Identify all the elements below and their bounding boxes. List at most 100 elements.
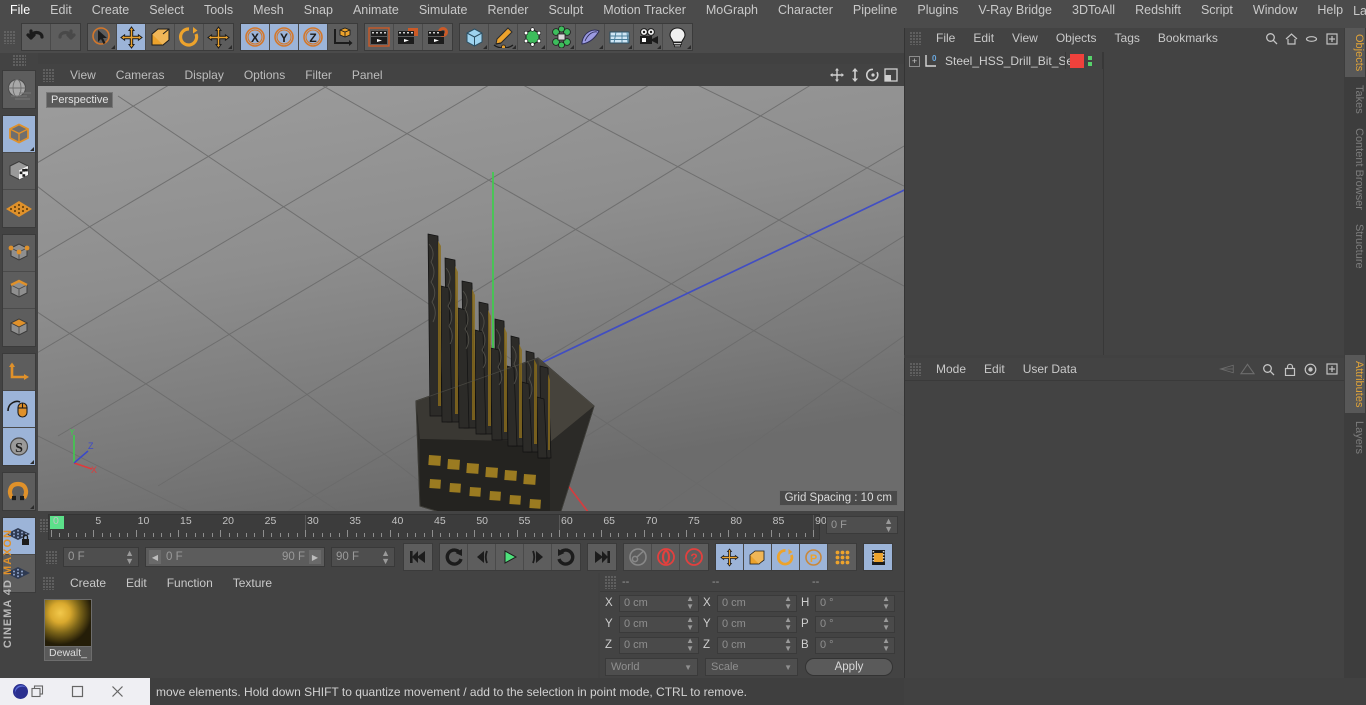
dolly-icon[interactable]	[847, 68, 862, 83]
go-to-end-icon[interactable]	[588, 544, 616, 570]
size-y-input[interactable]: 0 cm ▲ ▼	[717, 615, 797, 633]
stepper-icon[interactable]: ▲ ▼	[882, 637, 890, 653]
attributes-grip[interactable]	[910, 362, 921, 376]
stepper-icon[interactable]: ▲ ▼	[882, 616, 890, 632]
redo-icon[interactable]	[51, 24, 80, 50]
rotate-icon[interactable]	[175, 24, 204, 50]
viewport-menu-view[interactable]: View	[60, 65, 106, 86]
step-forward-icon[interactable]	[524, 544, 552, 570]
add-layer-icon[interactable]	[1324, 31, 1339, 46]
object-menu-tags[interactable]: Tags	[1106, 28, 1149, 49]
loop-icon[interactable]	[552, 544, 580, 570]
object-menu-edit[interactable]: Edit	[964, 28, 1003, 49]
add-tab-icon[interactable]	[1324, 362, 1339, 377]
live-selection-icon[interactable]	[88, 24, 117, 50]
home-icon[interactable]	[1284, 31, 1299, 46]
maximize-view-icon[interactable]	[883, 68, 898, 83]
menu-edit[interactable]: Edit	[40, 0, 82, 21]
toolbar-grip[interactable]	[4, 30, 15, 44]
menu-render[interactable]: Render	[477, 0, 538, 21]
z-axis-icon[interactable]: Z	[299, 24, 328, 50]
rot-b-input[interactable]: 0 ° ▲ ▼	[815, 636, 895, 654]
floor-icon[interactable]	[605, 24, 634, 50]
move-icon[interactable]	[117, 24, 146, 50]
search-icon[interactable]	[1261, 362, 1276, 377]
object-menu-view[interactable]: View	[1003, 28, 1047, 49]
object-grip[interactable]	[910, 32, 921, 45]
menu-plugins[interactable]: Plugins	[907, 0, 968, 21]
tab-attributes[interactable]: Attributes	[1345, 354, 1365, 414]
attributes-menu-mode[interactable]: Mode	[927, 359, 975, 380]
size-z-input[interactable]: 0 cm ▲ ▼	[717, 636, 797, 654]
stepper-icon[interactable]: ▲ ▼	[882, 595, 890, 611]
viewport-menu-panel[interactable]: Panel	[342, 65, 393, 86]
points-mode-icon[interactable]	[3, 235, 35, 272]
minimize-icon[interactable]	[70, 685, 84, 699]
object-mode-icon[interactable]	[3, 116, 35, 153]
animate-back-icon[interactable]	[1219, 362, 1234, 377]
rot-h-input[interactable]: 0 ° ▲ ▼	[815, 594, 895, 612]
object-tree[interactable]: + 0 Steel_HSS_Drill_Bit_Set	[905, 49, 1344, 355]
stepper-icon[interactable]: ▲ ▼	[381, 549, 390, 566]
tab-content-browser[interactable]: Content Browser	[1345, 122, 1365, 216]
stepper-icon[interactable]: ▲ ▼	[884, 517, 893, 534]
object-name[interactable]: Steel_HSS_Drill_Bit_Set	[945, 54, 1076, 68]
menu-mesh[interactable]: Mesh	[243, 0, 294, 21]
viewport-menu-filter[interactable]: Filter	[295, 65, 342, 86]
attributes-menu-edit[interactable]: Edit	[975, 359, 1014, 380]
menu-script[interactable]: Script	[1191, 0, 1243, 21]
tab-objects[interactable]: Objects	[1345, 28, 1365, 78]
key-pla-icon[interactable]	[828, 544, 856, 570]
render-settings-icon[interactable]	[423, 24, 452, 50]
stepper-icon[interactable]: ▲ ▼	[784, 616, 792, 632]
app-icon[interactable]	[12, 683, 44, 700]
autokey-icon[interactable]	[624, 544, 652, 570]
key-param-icon[interactable]: P	[800, 544, 828, 570]
menu-redshift[interactable]: Redshift	[1125, 0, 1191, 21]
cube-primitive-icon[interactable]	[460, 24, 489, 50]
key-rotation-icon[interactable]	[772, 544, 800, 570]
tab-structure[interactable]: Structure	[1345, 218, 1365, 275]
stepper-icon[interactable]: ▲ ▼	[686, 595, 694, 611]
left-toolbar-grip[interactable]	[12, 55, 26, 66]
range-left-handle[interactable]: ◀	[149, 550, 161, 564]
stepper-icon[interactable]: ▲ ▼	[125, 549, 134, 566]
preview-range-slider[interactable]: ◀ 0 F 90 F ▶	[145, 547, 325, 567]
search-icon[interactable]	[1264, 31, 1279, 46]
undo-icon[interactable]	[22, 24, 51, 50]
deformer-icon[interactable]	[547, 24, 576, 50]
viewport-grip[interactable]	[43, 68, 54, 82]
play-icon[interactable]	[496, 544, 524, 570]
viewport-menu-options[interactable]: Options	[234, 65, 295, 86]
object-menu-bookmarks[interactable]: Bookmarks	[1149, 28, 1227, 49]
menu-tools[interactable]: Tools	[194, 0, 243, 21]
world-object-axis-icon[interactable]	[328, 24, 357, 50]
menu-character[interactable]: Character	[768, 0, 843, 21]
size-x-input[interactable]: 0 cm ▲ ▼	[717, 594, 797, 612]
menu-window[interactable]: Window	[1243, 0, 1307, 21]
object-menu-file[interactable]: File	[927, 28, 964, 49]
attributes-content[interactable]	[905, 380, 1344, 676]
material-tag-icon[interactable]	[1070, 53, 1084, 68]
menu-vray-bridge[interactable]: V-Ray Bridge	[968, 0, 1062, 21]
stepper-icon[interactable]: ▲ ▼	[784, 637, 792, 653]
menu-help[interactable]: Help	[1307, 0, 1353, 21]
coordinate-mode-select[interactable]: Scale ▼	[705, 658, 798, 676]
menu-simulate[interactable]: Simulate	[409, 0, 478, 21]
coordinates-grip[interactable]	[605, 575, 616, 589]
y-axis-icon[interactable]: Y	[270, 24, 299, 50]
preview-end-field[interactable]: 90 F ▲ ▼	[331, 547, 395, 567]
scale-icon[interactable]	[146, 24, 175, 50]
timeline-frame-field[interactable]: 0 F ▲ ▼	[826, 516, 898, 534]
axis-modify-icon[interactable]	[3, 354, 35, 391]
menu-snap[interactable]: Snap	[294, 0, 343, 21]
tab-takes[interactable]: Takes	[1345, 79, 1365, 120]
rot-p-input[interactable]: 0 ° ▲ ▼	[815, 615, 895, 633]
expand-toggle-icon[interactable]: +	[909, 55, 920, 67]
menu-pipeline[interactable]: Pipeline	[843, 0, 907, 21]
viewport-3d[interactable]: Perspective Grid Spacing : 10 cm Y X Z	[38, 86, 904, 511]
ellipse-icon[interactable]	[1304, 31, 1319, 46]
close-icon[interactable]	[110, 685, 124, 699]
keyframe-selection-icon[interactable]: ?	[680, 544, 708, 570]
viewport-menu-cameras[interactable]: Cameras	[106, 65, 175, 86]
